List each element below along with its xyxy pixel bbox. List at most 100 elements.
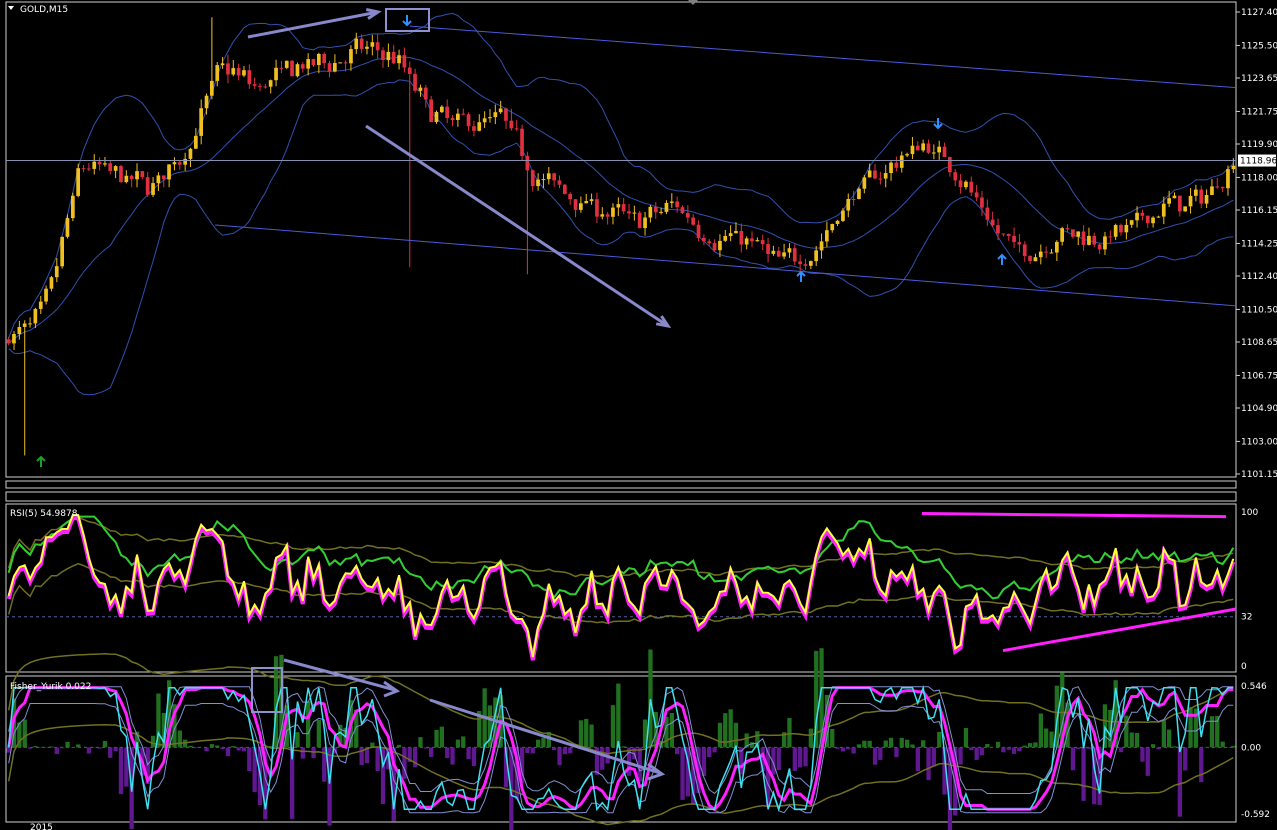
- fisher-histogram-bar: [776, 747, 781, 770]
- candle-body: [129, 175, 134, 180]
- price-panel[interactable]: [6, 0, 1237, 467]
- fisher-histogram-bar: [985, 744, 990, 748]
- fisher-tick-label: 0.00: [1241, 743, 1261, 753]
- fisher-histogram-bar: [862, 740, 867, 748]
- candle-body: [659, 211, 663, 213]
- candle-body: [1006, 233, 1011, 236]
- fisher-histogram-bar: [1199, 747, 1204, 783]
- candle-body: [1204, 195, 1209, 204]
- fisher-histogram-bar: [589, 724, 594, 748]
- candle-body: [728, 233, 733, 236]
- chart-canvas[interactable]: 1127.40 1125.50 1123.65 1121.75 1119.90 1118.…: [0, 0, 1277, 830]
- candle-body: [686, 213, 690, 218]
- candle-body: [1194, 189, 1198, 196]
- fisher-cyan-line: [7, 684, 1234, 812]
- fisher-histogram-bar: [108, 747, 113, 758]
- candle-body: [354, 38, 359, 50]
- candle-body: [552, 173, 556, 181]
- candle-body: [65, 218, 70, 237]
- price-tick-label: 1123.65: [1241, 74, 1277, 84]
- candle-body: [969, 181, 974, 193]
- fisher-histogram-bar: [803, 747, 808, 767]
- candle-body: [974, 192, 979, 198]
- fisher-histogram-bar: [787, 718, 792, 748]
- fisher-histogram-bar: [1011, 747, 1017, 754]
- up-arrow-icon: [36, 455, 46, 467]
- candle-body: [482, 118, 487, 123]
- fisher-histogram-bar: [1044, 728, 1049, 748]
- price-tick-label: 1127.40: [1241, 8, 1277, 18]
- candle-body: [825, 230, 829, 242]
- fisher-histogram-bar: [798, 747, 803, 768]
- fisher-histogram-bar: [568, 747, 573, 754]
- fisher-histogram-bar: [418, 737, 423, 748]
- candle-body: [247, 70, 252, 85]
- fisher-histogram-bar: [840, 747, 846, 752]
- candle-body: [1038, 251, 1043, 258]
- fisher-frame: [5, 675, 1237, 823]
- candle-body: [391, 51, 396, 64]
- candle-body: [1178, 195, 1182, 212]
- candle-body: [1172, 195, 1177, 199]
- candle-body: [44, 288, 48, 302]
- candle-body: [611, 207, 615, 217]
- candle-body: [958, 180, 963, 188]
- fisher-histogram-bar: [931, 747, 936, 767]
- candle-body: [322, 54, 326, 64]
- fisher-histogram-bar: [22, 719, 27, 748]
- candle-body: [985, 207, 990, 220]
- candle-body: [300, 64, 305, 69]
- candle-body: [349, 49, 353, 64]
- candle-body: [605, 214, 610, 217]
- fisher-histogram-bar: [97, 747, 102, 749]
- candle-body: [1124, 224, 1129, 233]
- fisher-histogram-bar: [830, 729, 835, 748]
- fisher-label: Fisher_Yurik 0.022: [10, 682, 91, 692]
- candle-body: [1028, 255, 1032, 262]
- chevron-down-icon[interactable]: [8, 6, 14, 10]
- rsi-olive-upper: [7, 516, 1234, 578]
- candle-body: [937, 146, 941, 153]
- candle-body: [595, 199, 599, 217]
- candle-body: [504, 108, 508, 121]
- candle-body: [151, 183, 155, 195]
- fisher-histogram-bar: [1220, 741, 1225, 748]
- candle-body: [1167, 198, 1171, 204]
- fisher-histogram-bar: [306, 701, 311, 748]
- fisher-histogram-bar: [38, 746, 43, 748]
- candle-body: [1049, 252, 1054, 254]
- candle-body: [1097, 244, 1102, 250]
- candle-body: [295, 64, 300, 77]
- candle-body: [1140, 212, 1145, 216]
- fisher-histogram-bar: [557, 747, 562, 766]
- empty-subwindow-frame: [5, 480, 1237, 489]
- fisher-histogram-bar: [675, 747, 680, 755]
- candle-body: [1017, 242, 1022, 245]
- down-arrow-icon: [402, 15, 412, 27]
- candle-body: [541, 179, 546, 181]
- candle-body: [92, 161, 97, 169]
- rsi-panel[interactable]: [6, 512, 1237, 661]
- fisher-tick-label: -0.592: [1241, 810, 1270, 820]
- candle-body: [1220, 186, 1225, 189]
- fisher-histogram-bar: [231, 746, 236, 748]
- rsi-tick-label: 100: [1241, 508, 1258, 518]
- candle-body: [910, 145, 915, 155]
- fisher-panel[interactable]: [6, 648, 1236, 830]
- fisher-histogram-bar: [600, 747, 605, 770]
- candle-body: [627, 211, 631, 214]
- candle-body: [776, 250, 781, 257]
- candle-body: [76, 168, 80, 196]
- fisher-histogram-bar: [193, 747, 198, 749]
- candle-body: [915, 145, 920, 151]
- fisher-histogram-bar: [851, 747, 856, 754]
- price-frame: [5, 1, 1237, 478]
- candle-body: [33, 308, 38, 324]
- channel-upper-line: [409, 25, 1237, 89]
- candle-body: [798, 261, 802, 265]
- fisher-histogram-bar: [113, 747, 118, 752]
- fisher-histogram-bar: [1172, 746, 1177, 748]
- candle-body: [338, 62, 343, 64]
- fisher-histogram-bar: [963, 728, 969, 748]
- candle-body: [204, 95, 209, 109]
